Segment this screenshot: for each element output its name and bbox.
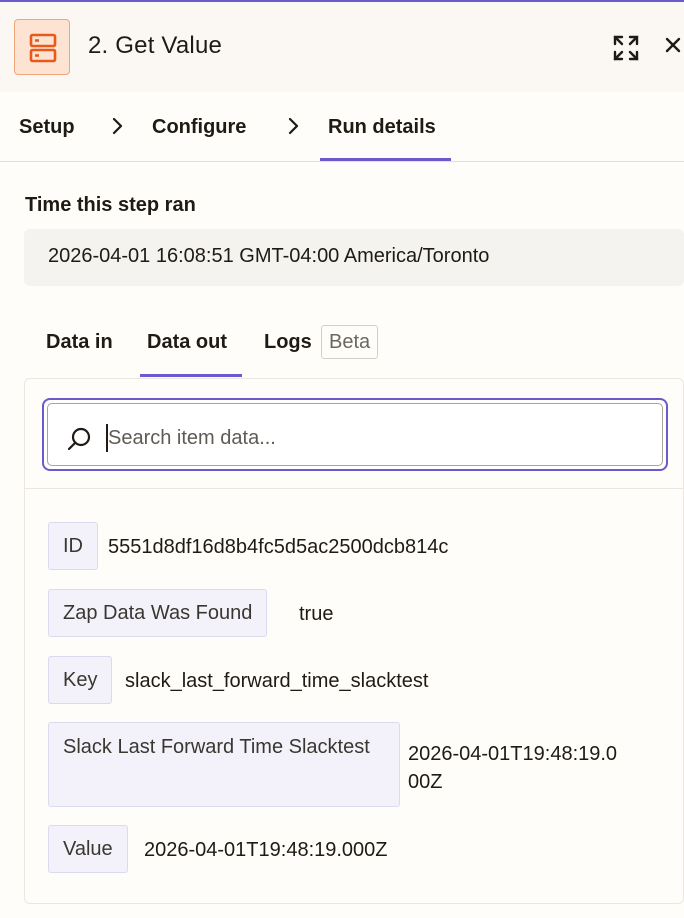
step-run-details[interactable]: Run details	[328, 116, 436, 139]
chevron-right-icon	[112, 117, 123, 135]
field-key-zap-data-was-found: Zap Data Was Found	[48, 589, 268, 637]
search-icon	[67, 427, 91, 451]
time-value: 2026-04-01 16:08:51 GMT-04:00 America/To…	[48, 245, 490, 267]
active-tab-indicator	[140, 374, 242, 377]
search-box	[42, 398, 668, 471]
field-value-slack-last-forward-time: 2026-04-​01T19:48:19.000Z	[408, 743, 618, 793]
panel-header: 2. Get Value	[0, 2, 684, 92]
field-value-value: 2026-04-01T19:48:19.000Z	[144, 839, 388, 861]
time-value-box: 2026-04-01 16:08:51 GMT-04:00 America/To…	[24, 229, 684, 286]
search-input[interactable]	[108, 419, 648, 457]
step-details-panel: 2. Get Value Setup Configure Run details…	[0, 0, 684, 918]
expand-icon[interactable]	[612, 34, 640, 62]
tab-data-in[interactable]: Data in	[46, 331, 113, 354]
field-key-value: Value	[48, 825, 128, 873]
field-value-key: slack_last_forward_time_slacktest	[125, 670, 429, 692]
field-key-slack-last-forward-time: Slack Last Forward Time Slacktest	[48, 722, 400, 807]
time-label: Time this step ran	[25, 194, 196, 216]
divider	[25, 488, 683, 489]
storage-icon	[14, 19, 70, 75]
field-key-key: Key	[48, 656, 113, 704]
step-configure[interactable]: Configure	[152, 116, 246, 139]
data-out-card: ID 5551d8df16d8b4fc5d5ac2500dcb814c Zap …	[24, 378, 684, 904]
steps-nav: Setup Configure Run details	[0, 92, 684, 162]
close-icon[interactable]	[664, 36, 684, 60]
tab-data-out[interactable]: Data out	[147, 331, 227, 354]
page-title: 2. Get Value	[88, 32, 223, 59]
field-value-id: 5551d8df16d8b4fc5d5ac2500dcb814c	[108, 536, 449, 558]
active-step-indicator	[320, 158, 451, 161]
step-setup[interactable]: Setup	[19, 116, 75, 139]
tab-logs[interactable]: Logs	[264, 331, 312, 354]
field-value-zap-data-was-found: true	[299, 603, 334, 625]
beta-badge: Beta	[321, 325, 379, 359]
field-key-id: ID	[48, 522, 98, 570]
chevron-right-icon	[288, 117, 299, 135]
